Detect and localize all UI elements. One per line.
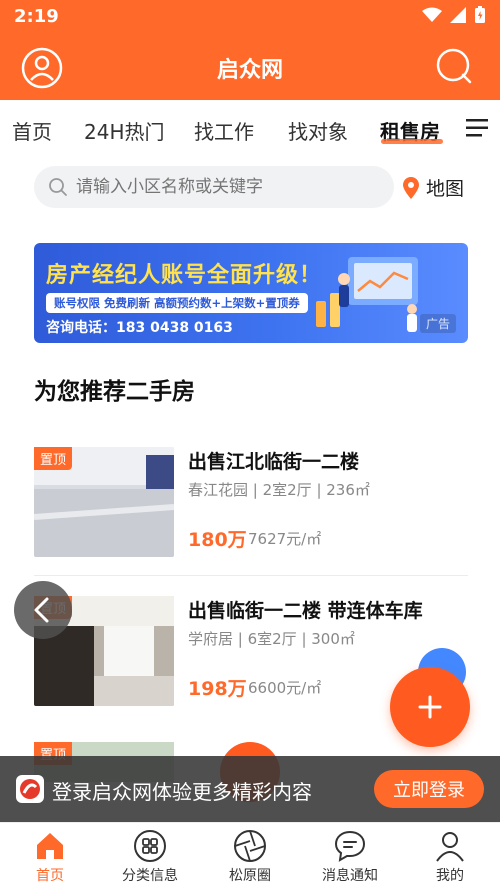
search-icon	[49, 178, 67, 196]
add-button[interactable]	[390, 667, 470, 747]
banner-features: 账号权限 免费刷新 高额预约数+上架数+置顶券	[46, 293, 308, 313]
nav-community[interactable]: 松原圈	[200, 827, 300, 887]
signal-icon	[450, 7, 466, 23]
tab-jobs[interactable]: 找工作	[194, 116, 254, 145]
nav-profile[interactable]: 我的	[400, 827, 500, 887]
listing-unit-price: 7627元/㎡	[248, 530, 322, 548]
back-button[interactable]	[14, 581, 72, 639]
map-label: 地图	[426, 178, 465, 200]
nav-label: 消息通知	[322, 868, 378, 884]
wifi-icon	[422, 7, 442, 22]
divider	[34, 575, 468, 576]
search-input[interactable]	[76, 177, 376, 197]
login-prompt-text: 登录启众网体验更多精彩内容	[52, 780, 312, 804]
listing-meta: 春江花园 | 2室2厅 | 236㎡	[188, 481, 370, 499]
battery-icon	[475, 6, 485, 23]
category-tabs: 首页 24H热门 找工作 找对象 租售房	[0, 100, 500, 160]
nav-label: 首页	[36, 868, 64, 884]
status-time: 2:19	[14, 6, 59, 27]
listing-unit-price: 6600元/㎡	[248, 679, 322, 697]
camera-shutter-icon	[234, 830, 266, 862]
listing-price: 180万	[188, 529, 247, 551]
tab-hot-24h[interactable]: 24H热门	[84, 116, 165, 145]
bottom-navigation: 首页 分类信息 松原圈 消息通知 我的	[0, 822, 500, 889]
banner-title: 房产经纪人账号全面升级！	[46, 263, 323, 288]
app-header: 启众网	[0, 34, 500, 100]
tab-dating[interactable]: 找对象	[288, 116, 348, 145]
app-logo	[16, 775, 44, 803]
grid-icon	[134, 830, 166, 862]
promo-banner[interactable]: 房产经纪人账号全面升级！ 账号权限 免费刷新 高额预约数+上架数+置顶券 咨询电…	[34, 243, 468, 343]
nav-home[interactable]: 首页	[0, 827, 100, 887]
nav-label: 我的	[436, 868, 464, 884]
status-bar: 2:19	[0, 0, 500, 34]
listing-meta: 学府居 | 6室2厅 | 300㎡	[188, 630, 355, 648]
pinned-badge: 置顶	[34, 447, 73, 470]
nav-label: 松原圈	[229, 868, 271, 884]
location-pin-icon	[403, 176, 419, 199]
chevron-left-icon	[34, 597, 49, 623]
search-icon	[436, 48, 472, 84]
listing-title: 出售临街一二楼 带连体车库	[188, 600, 423, 622]
status-icons	[422, 6, 486, 24]
nav-label: 分类信息	[122, 868, 178, 884]
nav-messages[interactable]: 消息通知	[300, 827, 400, 887]
home-icon	[37, 833, 63, 859]
section-title: 为您推荐二手房	[34, 379, 195, 405]
login-prompt-bar: 登录启众网体验更多精彩内容 立即登录	[0, 756, 500, 822]
listing-title: 出售江北临街一二楼	[188, 451, 360, 473]
ad-badge: 广告	[419, 314, 456, 333]
listing-card[interactable]: 置顶 出售江北临街一二楼 春江花园 | 2室2厅 | 236㎡ 180万 762…	[34, 447, 468, 587]
map-button[interactable]: 地图	[402, 174, 464, 201]
menu-icon[interactable]	[466, 118, 490, 138]
search-button[interactable]	[434, 46, 478, 90]
active-tab-indicator	[381, 139, 443, 144]
user-icon	[436, 832, 464, 862]
banner-phone: 咨询电话：183 0438 0163	[46, 320, 233, 336]
plus-icon	[418, 695, 442, 719]
login-button[interactable]: 立即登录	[374, 770, 484, 808]
app-title: 启众网	[216, 58, 283, 83]
nav-categories[interactable]: 分类信息	[100, 827, 200, 887]
tab-home[interactable]: 首页	[12, 116, 52, 145]
search-bar	[34, 166, 394, 208]
chat-icon	[334, 830, 366, 862]
listing-price: 198万	[188, 678, 247, 700]
banner-illustration	[316, 257, 418, 332]
